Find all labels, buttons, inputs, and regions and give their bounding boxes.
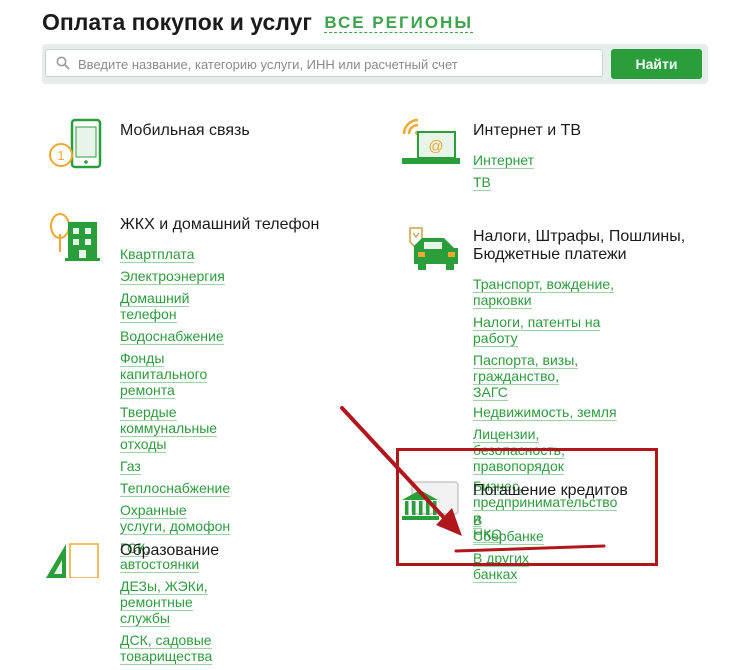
list-item: Водоснабжение <box>120 328 230 345</box>
region-selector-link[interactable]: ВСЕ РЕГИОНЫ <box>324 13 473 33</box>
page-title-text: Оплата покупок и услуг <box>42 9 312 35</box>
mobile-phone-icon: 1 <box>48 118 104 175</box>
car-coat-of-arms-icon <box>400 224 462 279</box>
find-button[interactable]: Найти <box>611 49 702 79</box>
category-title-taxes-line2[interactable]: Бюджетные платежи <box>473 245 627 264</box>
svg-text:@: @ <box>428 138 443 155</box>
page-title: Оплата покупок и услуг ВСЕ РЕГИОНЫ <box>42 9 473 36</box>
link-repair-funds[interactable]: Фонды капитального ремонта <box>120 350 208 399</box>
link-passports-line2[interactable]: ЗАГС <box>473 384 508 401</box>
category-title-internet[interactable]: Интернет и ТВ <box>473 121 581 140</box>
link-passports[interactable]: Паспорта, визы, гражданство, <box>473 352 579 385</box>
link-internet[interactable]: Интернет <box>473 152 535 169</box>
list-item: Домашний телефон <box>120 290 230 323</box>
list-item: Квартплата <box>120 246 230 263</box>
link-water[interactable]: Водоснабжение <box>120 328 224 345</box>
education-icon <box>44 538 104 583</box>
link-garden[interactable]: ДСК, садовые товарищества <box>120 632 213 665</box>
list-item: Фонды капитального ремонта <box>120 350 230 399</box>
annotation-frame <box>396 448 658 566</box>
list-item: ТВ <box>473 174 534 191</box>
link-taxes-patents[interactable]: Налоги, патенты на работу <box>473 314 601 347</box>
list-item: Налоги, патенты на работу <box>473 314 617 347</box>
laptop-wifi-icon: @ <box>400 118 462 173</box>
list-item: Интернет <box>473 152 535 169</box>
list-item: Электроэнергия <box>120 268 230 285</box>
internet-links: Интернет ТВ <box>473 152 535 196</box>
search-input[interactable] <box>76 53 600 75</box>
house-tree-icon <box>48 212 104 271</box>
list-item: Газ <box>120 458 230 475</box>
link-electricity[interactable]: Электроэнергия <box>120 268 225 285</box>
list-item: Паспорта, визы, гражданство, ЗАГС <box>473 352 617 401</box>
svg-text:1: 1 <box>57 148 64 163</box>
search-bar: Найти <box>42 44 708 84</box>
link-home-phone[interactable]: Домашний телефон <box>120 290 190 323</box>
list-item: Твердые коммунальные отходы <box>120 404 230 453</box>
search-field-container[interactable] <box>45 49 603 77</box>
housing-links: Квартплата Электроэнергия Домашний телеф… <box>120 246 231 670</box>
category-title-mobile[interactable]: Мобильная связь <box>120 121 250 140</box>
link-solid-waste[interactable]: Твердые коммунальные отходы <box>120 404 218 453</box>
list-item: ДСК, садовые товарищества <box>120 632 230 665</box>
link-tv[interactable]: ТВ <box>473 174 491 191</box>
link-security[interactable]: Охранные услуги, домофон <box>120 502 231 535</box>
link-dez[interactable]: ДЕЗы, ЖЭКи, ремонтные службы <box>120 578 208 627</box>
list-item: Недвижимость, земля <box>473 404 617 421</box>
list-item: Теплоснабжение <box>120 480 231 497</box>
link-real-estate[interactable]: Недвижимость, земля <box>473 404 617 421</box>
list-item: Охранные услуги, домофон <box>120 502 231 535</box>
category-title-taxes-line1[interactable]: Налоги, Штрафы, Пошлины, <box>473 227 685 246</box>
link-heating[interactable]: Теплоснабжение <box>120 480 231 497</box>
category-title-education[interactable]: Образование <box>120 541 219 560</box>
link-rent[interactable]: Квартплата <box>120 246 195 263</box>
list-item: Транспорт, вождение, парковки <box>473 276 617 309</box>
link-transport[interactable]: Транспорт, вождение, парковки <box>473 276 615 309</box>
search-icon <box>56 56 70 75</box>
link-gas[interactable]: Газ <box>120 458 141 475</box>
list-item: ДЕЗы, ЖЭКи, ремонтные службы <box>120 578 230 627</box>
category-title-housing[interactable]: ЖКХ и домашний телефон <box>120 215 319 234</box>
